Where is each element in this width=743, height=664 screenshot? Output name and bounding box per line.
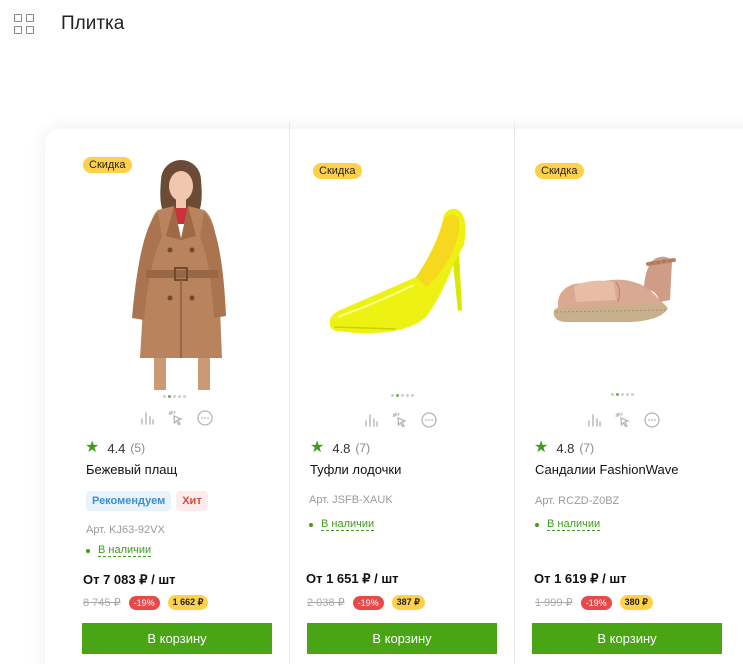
card-actions [586,412,660,428]
product-name[interactable]: Сандалии FashionWave [535,462,678,477]
stock-status: В наличии [309,518,375,531]
old-price: 8 745 ₽ [83,597,121,609]
discount-badge: -19% [352,595,384,610]
rating-value: 4.8 [332,440,351,456]
quick-view-icon[interactable] [392,412,408,428]
sale-badge: Скидка [535,163,584,179]
more-icon[interactable] [197,410,213,426]
compare-icon[interactable] [363,412,379,428]
add-to-cart-button[interactable]: В корзину [307,623,497,654]
price-details: 1 999 ₽ -19% 380 ₽ [535,595,653,610]
card-divider [514,122,515,664]
product-rating: ★ 4.4 (5) [85,440,145,456]
card-divider [289,122,290,664]
add-to-cart-button[interactable]: В корзину [532,623,722,654]
more-icon[interactable] [421,412,437,428]
discount-badge: -19% [128,595,160,610]
price-details: 8 745 ₽ -19% 1 662 ₽ [83,595,209,610]
stock-status: В наличии [535,518,601,531]
review-count[interactable]: (7) [579,441,594,455]
stock-status: В наличии [86,544,152,557]
tag-hit: Хит [176,491,208,511]
review-count[interactable]: (5) [130,441,145,455]
old-price: 2 038 ₽ [307,597,345,609]
stock-dot-icon [309,522,313,527]
product-name[interactable]: Бежевый плащ [86,462,177,477]
quick-view-icon[interactable] [615,412,631,428]
discount-badge: -19% [580,595,612,610]
review-count[interactable]: (7) [355,441,370,455]
product-rating: ★ 4.8 (7) [534,440,594,456]
product-image[interactable] [118,158,258,390]
image-pagination[interactable] [391,394,414,397]
compare-icon[interactable] [586,412,602,428]
image-pagination[interactable] [163,395,186,398]
grid-view-icon[interactable] [14,14,34,34]
star-icon: ★ [85,439,100,456]
stock-text[interactable]: В наличии [547,518,601,531]
image-pagination[interactable] [611,393,634,396]
stock-text[interactable]: В наличии [321,518,375,531]
product-tags: Рекомендуем Хит [86,491,208,511]
product-sku: Арт. JSFB-XAUK [309,494,393,506]
rating-value: 4.8 [556,440,575,456]
stock-dot-icon [86,548,90,553]
view-header: Плитка [14,12,124,36]
page-title: Плитка [61,13,125,34]
price-details: 2 038 ₽ -19% 387 ₽ [307,595,425,610]
product-image[interactable] [552,250,677,325]
tag-recommended: Рекомендуем [86,491,172,511]
rating-value: 4.4 [107,440,126,456]
sale-badge: Скидка [313,163,362,179]
card-actions [139,410,213,426]
bonus-badge: 380 ₽ [619,595,653,610]
bonus-badge: 1 662 ₽ [167,595,209,610]
product-image[interactable] [326,205,476,340]
product-name[interactable]: Туфли лодочки [310,462,401,477]
compare-icon[interactable] [139,410,155,426]
stock-text[interactable]: В наличии [98,544,152,557]
star-icon: ★ [310,439,325,456]
bonus-badge: 387 ₽ [391,595,425,610]
product-rating: ★ 4.8 (7) [310,440,370,456]
product-price: От 7 083 ₽ / шт [83,572,176,587]
star-icon: ★ [534,439,549,456]
product-sku: Арт. RCZD-Z0BZ [535,495,620,507]
more-icon[interactable] [644,412,660,428]
old-price: 1 999 ₽ [535,597,573,609]
stock-dot-icon [535,522,539,527]
product-price: От 1 651 ₽ / шт [306,571,399,586]
product-price: От 1 619 ₽ / шт [534,571,627,586]
card-actions [363,412,437,428]
add-to-cart-button[interactable]: В корзину [82,623,272,654]
quick-view-icon[interactable] [168,410,184,426]
product-sku: Арт. KJ63-92VX [86,524,165,536]
